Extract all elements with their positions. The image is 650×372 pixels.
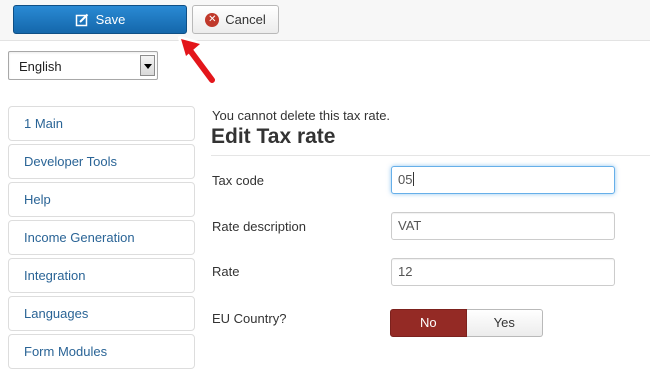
rate-description-label: Rate description [212,219,306,234]
eu-country-toggle: No Yes [390,309,543,337]
rate-value: 12 [398,264,413,279]
rate-label: Rate [212,264,240,279]
language-select[interactable]: English [8,51,158,80]
language-select-value: English [19,59,62,74]
toolbar: Save ✕ Cancel [0,0,650,41]
rate-description-value: VAT [398,218,422,233]
annotation-arrow-icon [178,36,217,85]
rate-input[interactable]: 12 [391,258,615,286]
cancel-button[interactable]: ✕ Cancel [192,5,279,34]
cancel-circle-icon: ✕ [205,12,220,27]
eu-country-label: EU Country? [212,311,287,326]
notice-message: You cannot delete this tax rate. [212,108,391,123]
sidebar-item-help[interactable]: Help [8,182,195,217]
edit-icon [75,13,89,27]
text-cursor [413,172,415,186]
eu-country-yes-button[interactable]: Yes [466,309,543,337]
chevron-down-icon[interactable] [140,55,155,76]
title-divider [211,155,650,156]
sidebar-item-form-modules[interactable]: Form Modules [8,334,195,369]
tax-code-value: 05 [398,172,413,187]
tax-code-input[interactable]: 05 [391,166,615,194]
save-button[interactable]: Save [13,5,187,34]
cancel-button-label: Cancel [225,12,266,27]
rate-description-input[interactable]: VAT [391,212,615,240]
sidebar-item-developer-tools[interactable]: Developer Tools [8,144,195,179]
eu-country-no-button[interactable]: No [390,309,467,337]
sidebar-item-income-generation[interactable]: Income Generation [8,220,195,255]
save-button-label: Save [95,12,126,27]
sidebar-item-main[interactable]: 1 Main [8,106,195,141]
sidebar-item-integration[interactable]: Integration [8,258,195,293]
sidebar: 1 Main Developer Tools Help Income Gener… [8,106,195,372]
sidebar-item-languages[interactable]: Languages [8,296,195,331]
tax-code-label: Tax code [212,173,265,188]
page-title: Edit Tax rate [211,125,336,148]
